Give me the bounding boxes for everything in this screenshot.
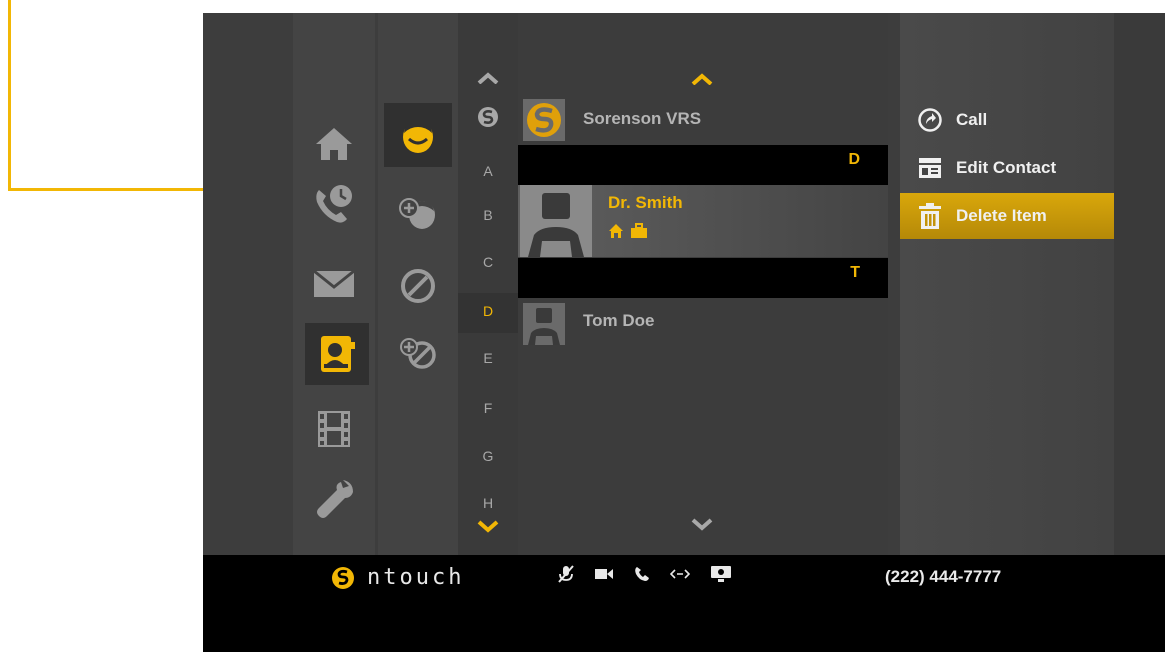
edit-contact-icon (919, 158, 941, 178)
menu-label: Edit Contact (956, 158, 1057, 177)
alpha-letter-h[interactable]: H (458, 495, 518, 511)
nav-messages[interactable] (293, 253, 375, 315)
nav-video-center[interactable] (293, 398, 375, 460)
home-icon (609, 224, 623, 238)
menu-label: Call (956, 110, 988, 129)
add-contact-icon (399, 198, 435, 229)
contact-name: Tom Doe (583, 311, 655, 330)
nav-contacts[interactable] (305, 323, 369, 385)
video-camera-icon[interactable] (594, 567, 614, 581)
list-scroll-up[interactable] (690, 71, 714, 87)
sorenson-logo-icon (332, 566, 354, 589)
trash-icon (919, 203, 941, 229)
chevron-down-icon (691, 518, 713, 531)
call-history-icon (316, 185, 352, 223)
brand: ntouch (331, 565, 464, 590)
main-nav (293, 13, 375, 555)
section-header-t: T (518, 258, 888, 298)
brand-name: ntouch (367, 565, 465, 590)
home-icon (316, 128, 352, 160)
contact-person-icon (403, 119, 433, 153)
contact-avatar (520, 185, 592, 257)
phone-icon[interactable] (634, 566, 650, 582)
chevron-up-icon (691, 73, 713, 85)
alpha-letter-e[interactable]: E (458, 350, 518, 366)
contact-number-types (608, 223, 648, 239)
subnav-add-contact[interactable] (378, 188, 458, 238)
contact-list: Sorenson VRS D Dr. Smith T Tom Doe (518, 13, 888, 555)
contacts-icon (321, 336, 355, 372)
list-scroll-down[interactable] (690, 516, 714, 532)
nav-home[interactable] (293, 113, 375, 175)
transfer-icon[interactable] (670, 568, 690, 580)
menu-call[interactable]: Call (900, 97, 1114, 143)
ntouch-screen: A B C D E F G H Sorenson VRS D Dr. Smith… (203, 13, 1165, 652)
nav-call-history[interactable] (293, 173, 375, 235)
contact-row-tom-doe[interactable]: Tom Doe (518, 301, 888, 347)
briefcase-icon (631, 223, 647, 238)
contacts-subnav (378, 13, 458, 555)
person-icon (528, 308, 560, 345)
section-letter: D (848, 151, 860, 168)
contact-row-dr-smith[interactable]: Dr. Smith (518, 185, 888, 257)
messages-icon (313, 269, 355, 297)
alpha-sorenson[interactable] (476, 105, 500, 129)
sorenson-logo-icon (478, 107, 498, 127)
mic-muted-icon[interactable] (558, 565, 574, 583)
user-phone-number: (222) 444-7777 (885, 567, 1002, 586)
contact-name: Dr. Smith (608, 193, 683, 212)
contact-avatar (523, 303, 565, 345)
callout-line (8, 0, 11, 190)
section-letter: T (850, 264, 860, 281)
sorenson-logo-icon (527, 103, 561, 137)
contact-avatar (523, 99, 565, 141)
settings-icon (317, 480, 353, 518)
chevron-down-icon (477, 520, 499, 533)
share-screen-icon[interactable] (710, 565, 732, 583)
alpha-scroll-up[interactable] (476, 71, 500, 85)
alpha-letter-g[interactable]: G (458, 448, 518, 464)
subnav-add-blocked[interactable] (378, 328, 458, 378)
menu-delete-item[interactable]: Delete Item (900, 193, 1114, 239)
section-header-d: D (518, 145, 888, 185)
alpha-scroll-down[interactable] (476, 518, 500, 534)
alpha-letter-c[interactable]: C (458, 254, 518, 270)
alphabet-index: A B C D E F G H (458, 13, 518, 555)
subnav-blocked[interactable] (378, 261, 458, 311)
nav-settings[interactable] (293, 468, 375, 530)
video-center-icon (318, 411, 350, 447)
alpha-letter-d[interactable]: D (458, 293, 518, 333)
alpha-letter-a[interactable]: A (458, 163, 518, 179)
person-icon (528, 193, 584, 257)
status-icons (558, 565, 732, 583)
call-icon (918, 108, 942, 132)
contact-name: Sorenson VRS (583, 109, 702, 128)
menu-edit-contact[interactable]: Edit Contact (900, 145, 1114, 191)
contact-action-menu: Call Edit Contact Delete Item (900, 13, 1114, 555)
blocked-icon (401, 269, 435, 303)
menu-label: Delete Item (956, 206, 1047, 225)
alpha-letter-f[interactable]: F (458, 400, 518, 416)
contact-row-sorenson[interactable]: Sorenson VRS (518, 97, 888, 143)
status-bar: ntouch (222) 444-7777 (203, 555, 1165, 652)
right-edge-panel (1114, 13, 1165, 555)
subnav-contacts[interactable] (384, 103, 452, 167)
alpha-letter-b[interactable]: B (458, 207, 518, 223)
add-blocked-icon (400, 338, 436, 369)
chevron-up-icon (477, 72, 499, 84)
